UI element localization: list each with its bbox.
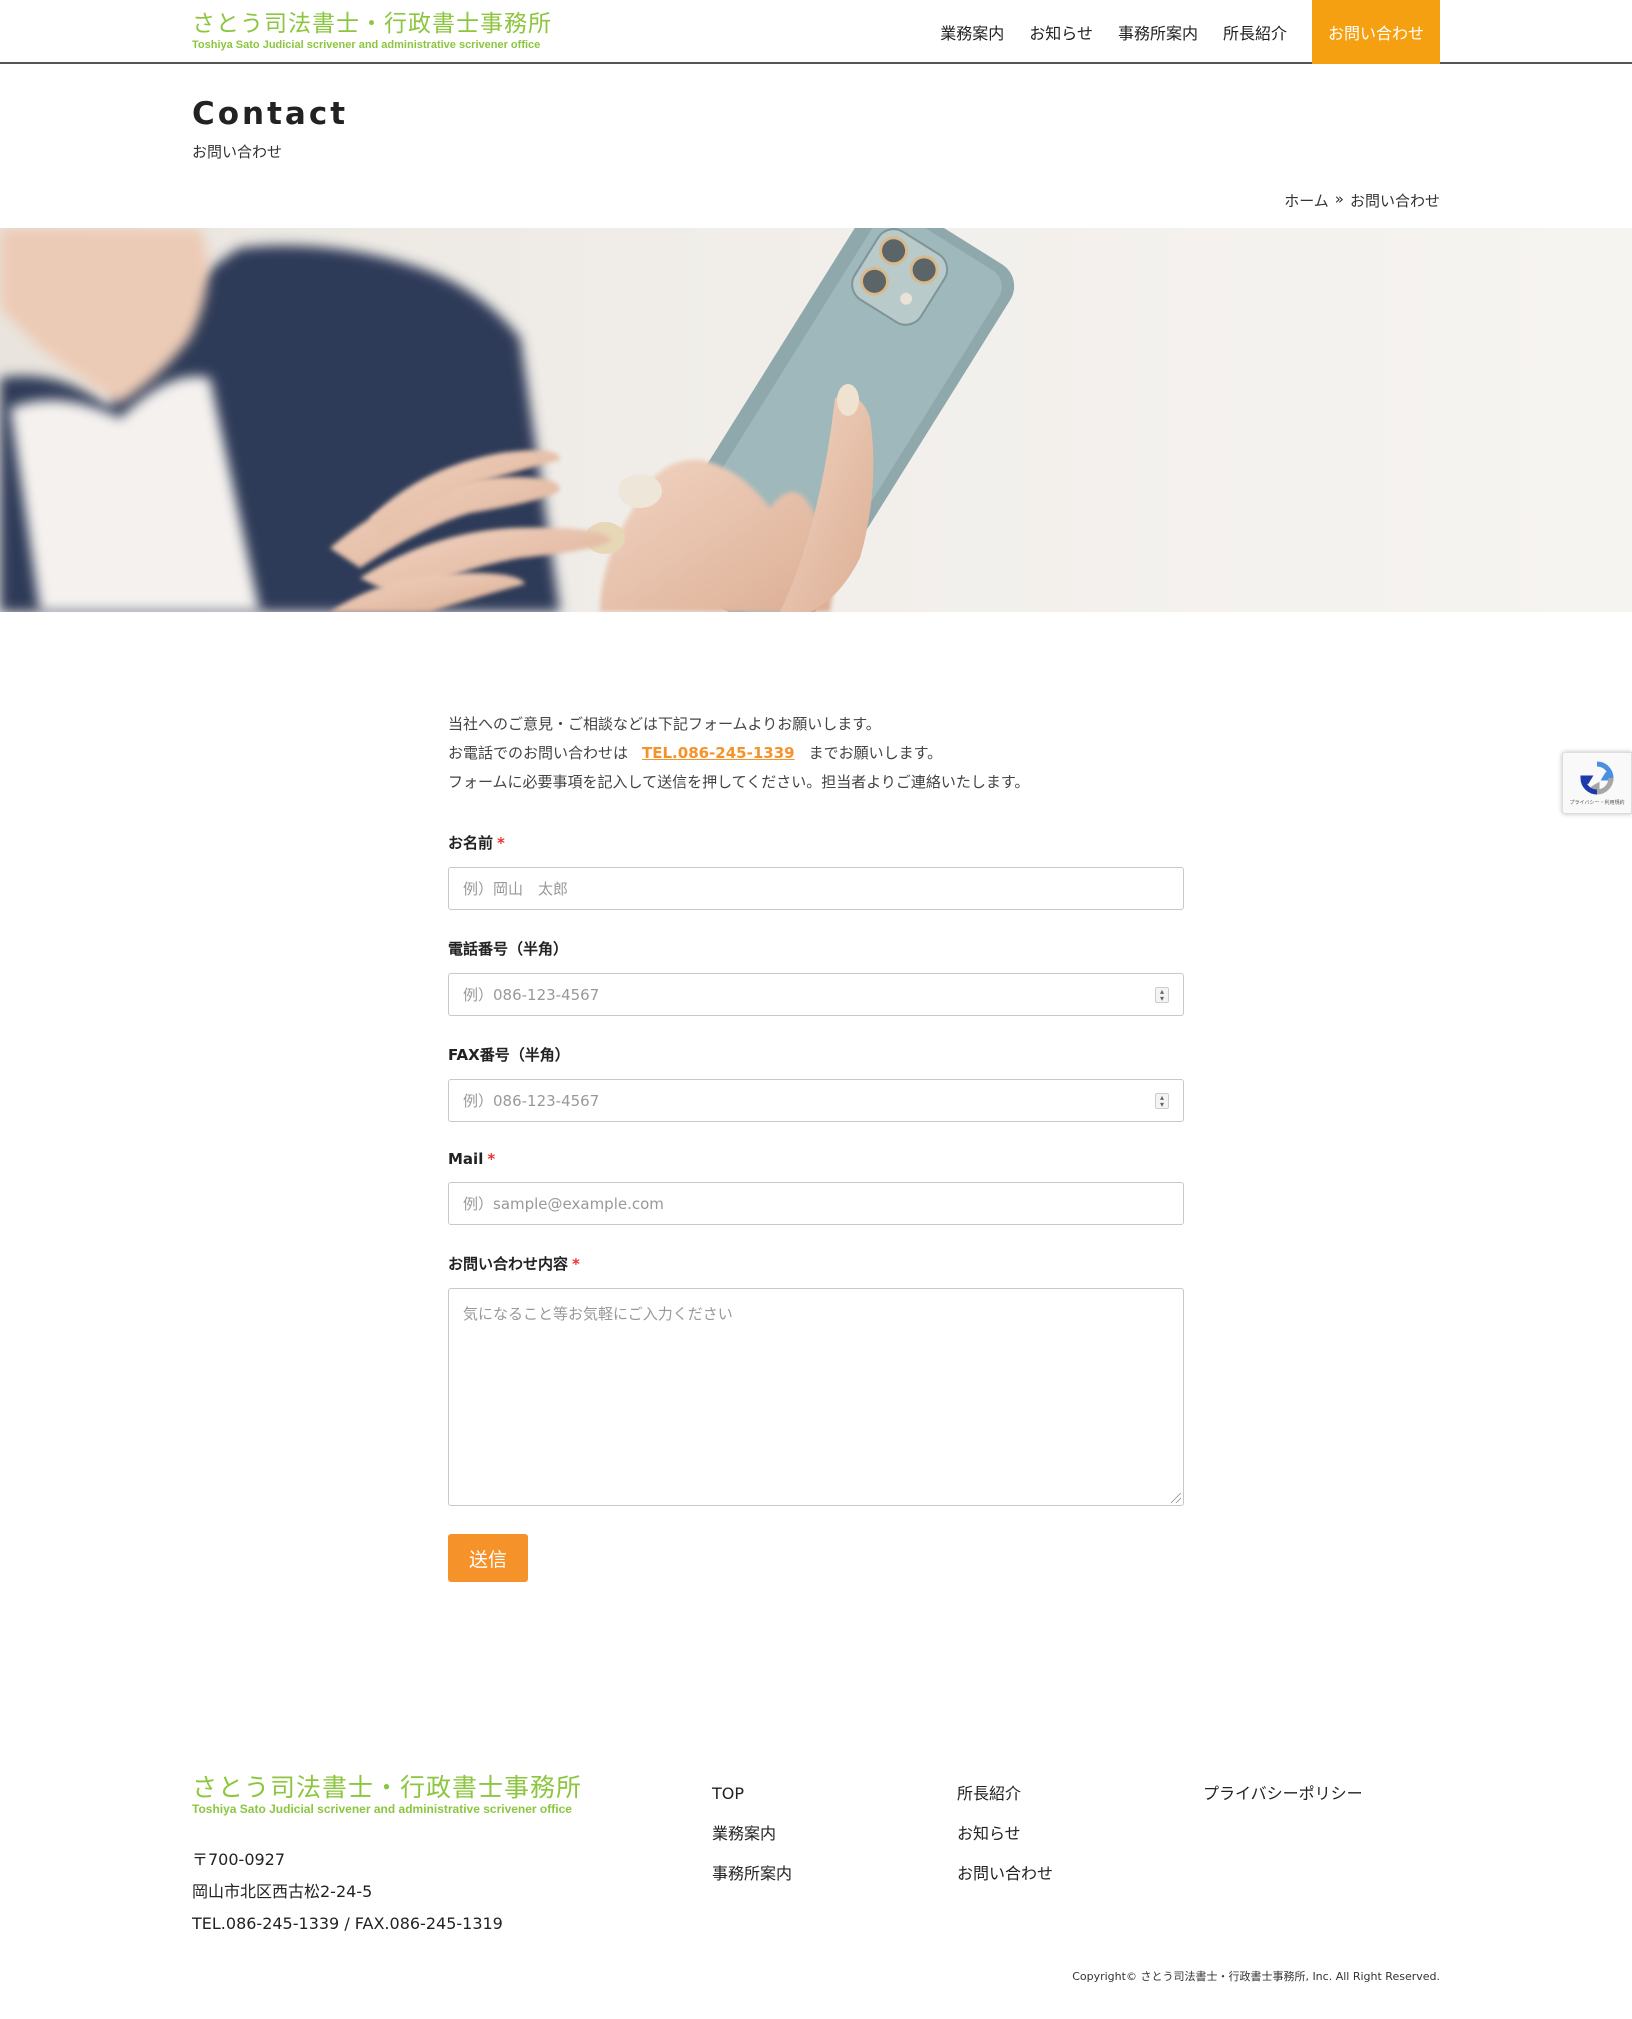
- phone-placeholder: 例）086-123-4567: [463, 986, 600, 1004]
- phone-field-group: 電話番号（半角） 例）086-123-4567 ▴ ▾: [448, 938, 1184, 1016]
- fax-input[interactable]: 例）086-123-4567 ▴ ▾: [448, 1079, 1184, 1122]
- nav-news[interactable]: お知らせ: [1029, 20, 1093, 44]
- nav-director[interactable]: 所長紹介: [1223, 20, 1287, 44]
- nav-office[interactable]: 事務所案内: [1118, 20, 1198, 44]
- hero-image: [0, 228, 1632, 612]
- footer-nav-col-1: TOP 業務案内 事務所案内: [712, 1774, 792, 1894]
- footer-nav-col-3: プライバシーポリシー: [1203, 1774, 1363, 1814]
- name-label: お名前 *: [448, 834, 505, 852]
- message-label: お問い合わせ内容 *: [448, 1255, 580, 1273]
- logo-en-text: Toshiya Sato Judicial scrivener and admi…: [192, 39, 541, 51]
- fax-spinner-icon[interactable]: ▴ ▾: [1155, 1093, 1169, 1109]
- copyright: Copyright© さとう司法書士・行政書士事務所, Inc. All Rig…: [1072, 1970, 1440, 1983]
- breadcrumb-home[interactable]: ホーム: [1284, 190, 1329, 211]
- footer-link-privacy[interactable]: プライバシーポリシー: [1203, 1774, 1363, 1814]
- footer-street: 岡山市北区西古松2-24-5: [192, 1882, 373, 1901]
- contact-intro: 当社へのご意見・ご相談などは下記フォームよりお願いします。 お電話でのお問い合わ…: [448, 710, 1029, 797]
- fax-label: FAX番号（半角）: [448, 1046, 570, 1064]
- recaptcha-icon: [1580, 761, 1614, 795]
- footer-link-services[interactable]: 業務案内: [712, 1814, 792, 1854]
- footer-logo[interactable]: さとう司法書士・行政書士事務所 Toshiya Sato Judicial sc…: [192, 1773, 583, 1817]
- intro-line-3: フォームに必要事項を記入して送信を押してください。担当者よりご連絡いたします。: [448, 773, 1030, 791]
- footer-link-news[interactable]: お知らせ: [957, 1814, 1053, 1854]
- main-nav: 業務案内 お知らせ 事務所案内 所長紹介 お問い合わせ: [915, 0, 1440, 64]
- breadcrumb: ホーム » お問い合わせ: [1284, 190, 1440, 211]
- footer-tel-fax: TEL.086-245-1339 / FAX.086-245-1319: [192, 1914, 503, 1933]
- footer-postal: 〒700-0927: [192, 1850, 286, 1869]
- mail-label: Mail *: [448, 1150, 496, 1168]
- site-logo[interactable]: さとう司法書士・行政書士事務所 Toshiya Sato Judicial sc…: [192, 10, 552, 52]
- footer-logo-en: Toshiya Sato Judicial scrivener and admi…: [192, 1802, 572, 1816]
- submit-button[interactable]: 送信: [448, 1534, 528, 1582]
- required-mark: *: [572, 1255, 580, 1273]
- mail-input[interactable]: 例）sample@example.com: [448, 1182, 1184, 1225]
- phone-link[interactable]: TEL.086-245-1339: [642, 744, 795, 762]
- footer-link-director[interactable]: 所長紹介: [957, 1774, 1053, 1814]
- recaptcha-text: プライバシー・利用規約: [1569, 799, 1625, 806]
- fax-placeholder: 例）086-123-4567: [463, 1092, 600, 1110]
- fax-field-group: FAX番号（半角） 例）086-123-4567 ▴ ▾: [448, 1044, 1184, 1122]
- nav-contact-button[interactable]: お問い合わせ: [1312, 0, 1440, 64]
- footer-logo-jp: さとう司法書士・行政書士事務所: [192, 1773, 583, 1802]
- phone-label: 電話番号（半角）: [448, 940, 569, 958]
- recaptcha-badge[interactable]: プライバシー・利用規約: [1562, 752, 1632, 814]
- footer-address: 〒700-0927 岡山市北区西古松2-24-5 TEL.086-245-133…: [192, 1844, 503, 1940]
- name-input[interactable]: 例）岡山 太郎: [448, 867, 1184, 910]
- message-field-group: お問い合わせ内容 * 気になること等お気軽にご入力ください: [448, 1253, 1184, 1506]
- required-mark: *: [497, 834, 505, 852]
- logo-jp-text: さとう司法書士・行政書士事務所: [192, 11, 552, 37]
- page-subtitle: お問い合わせ: [192, 143, 283, 161]
- breadcrumb-current: お問い合わせ: [1349, 192, 1440, 210]
- footer-link-contact[interactable]: お問い合わせ: [957, 1854, 1053, 1894]
- contact-form: お名前 * 例）岡山 太郎 電話番号（半角） 例）086-123-4567 ▴ ▾ …: [448, 832, 1184, 1582]
- intro-line-2-post: までお願いします。: [808, 744, 943, 762]
- nav-services[interactable]: 業務案内: [940, 20, 1004, 44]
- phone-spinner-icon[interactable]: ▴ ▾: [1155, 987, 1169, 1003]
- footer-nav-col-2: 所長紹介 お知らせ お問い合わせ: [957, 1774, 1053, 1894]
- footer-link-office[interactable]: 事務所案内: [712, 1854, 792, 1894]
- intro-line-2: お電話でのお問い合わせは TEL.086-245-1339 までお願いします。: [448, 739, 1029, 768]
- mail-field-group: Mail * 例）sample@example.com: [448, 1150, 1184, 1225]
- required-mark: *: [487, 1150, 496, 1168]
- name-field-group: お名前 * 例）岡山 太郎: [448, 832, 1184, 910]
- breadcrumb-separator: »: [1334, 190, 1344, 208]
- phone-input[interactable]: 例）086-123-4567 ▴ ▾: [448, 973, 1184, 1016]
- site-header: さとう司法書士・行政書士事務所 Toshiya Sato Judicial sc…: [0, 0, 1632, 64]
- message-placeholder: 気になること等お気軽にご入力ください: [463, 1305, 733, 1323]
- footer-link-top[interactable]: TOP: [712, 1774, 792, 1814]
- resize-handle-icon[interactable]: [1171, 1493, 1181, 1503]
- intro-line-1: 当社へのご意見・ご相談などは下記フォームよりお願いします。: [448, 715, 881, 733]
- message-textarea[interactable]: 気になること等お気軽にご入力ください: [448, 1288, 1184, 1506]
- intro-line-2-pre: お電話でのお問い合わせは: [448, 744, 629, 762]
- page-title: Contact: [192, 96, 349, 132]
